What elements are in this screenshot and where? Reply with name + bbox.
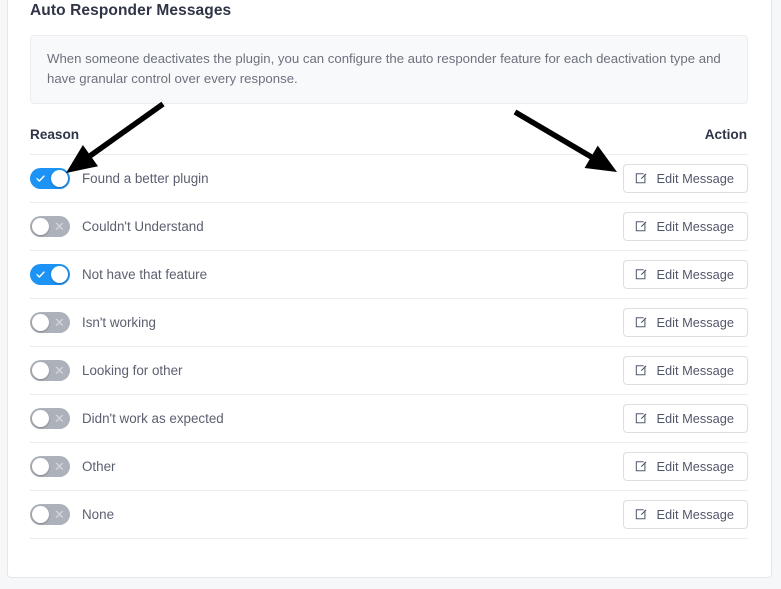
edit-square-pencil-icon [635, 268, 648, 281]
card-content: Auto Responder Messages When someone dea… [30, 1, 748, 539]
info-notice: When someone deactivates the plugin, you… [30, 35, 748, 104]
toggle-knob [32, 314, 49, 331]
toggle-knob [32, 506, 49, 523]
row-action-cell: Edit Message [623, 452, 748, 481]
edit-message-button[interactable]: Edit Message [623, 452, 748, 481]
reason-label: Isn't working [82, 314, 157, 330]
table-row: ✕ Couldn't Understand Edit Message [30, 203, 748, 251]
edit-message-button-label: Edit Message [656, 171, 734, 186]
row-reason-cell: ✕ Didn't work as expected [30, 408, 224, 429]
edit-message-button[interactable]: Edit Message [623, 260, 748, 289]
reason-toggle-off[interactable]: ✕ [30, 456, 70, 477]
reason-label: Looking for other [82, 362, 183, 378]
reason-label: None [82, 506, 115, 522]
reason-label: Not have that feature [82, 266, 208, 282]
edit-message-button-label: Edit Message [656, 267, 734, 282]
reason-toggle-off[interactable]: ✕ [30, 216, 70, 237]
row-reason-cell: Found a better plugin [30, 168, 209, 189]
edit-message-button-label: Edit Message [656, 507, 734, 522]
check-icon [30, 168, 51, 189]
row-reason-cell: ✕ Couldn't Understand [30, 216, 204, 237]
toggle-knob [51, 170, 68, 187]
row-action-cell: Edit Message [623, 356, 748, 385]
table-header-row: Reason Action [30, 126, 748, 155]
table-row: ✕ Other Edit Message [30, 443, 748, 491]
column-header-action: Action [704, 127, 747, 142]
reason-toggle-off[interactable]: ✕ [30, 408, 70, 429]
table-row: Not have that feature Edit Message [30, 251, 748, 299]
toggle-knob [51, 266, 68, 283]
reason-toggle-on[interactable] [30, 264, 70, 285]
row-action-cell: Edit Message [623, 164, 748, 193]
edit-message-button-label: Edit Message [656, 363, 734, 378]
row-action-cell: Edit Message [623, 404, 748, 433]
cross-icon: ✕ [54, 459, 65, 474]
edit-message-button[interactable]: Edit Message [623, 404, 748, 433]
reason-toggle-off[interactable]: ✕ [30, 360, 70, 381]
row-reason-cell: ✕ Isn't working [30, 312, 156, 333]
cross-icon: ✕ [54, 219, 65, 234]
row-reason-cell: ✕ None [30, 504, 114, 525]
row-reason-cell: ✕ Other [30, 456, 116, 477]
reason-toggle-on[interactable] [30, 168, 70, 189]
edit-message-button-label: Edit Message [656, 219, 734, 234]
table-row: ✕ Isn't working Edit Message [30, 299, 748, 347]
reason-toggle-off[interactable]: ✕ [30, 312, 70, 333]
edit-square-pencil-icon [635, 364, 648, 377]
row-reason-cell: ✕ Looking for other [30, 360, 183, 381]
cross-icon: ✕ [54, 507, 65, 522]
edit-message-button[interactable]: Edit Message [623, 356, 748, 385]
edit-square-pencil-icon [635, 172, 648, 185]
edit-square-pencil-icon [635, 316, 648, 329]
row-action-cell: Edit Message [623, 212, 748, 241]
edit-message-button[interactable]: Edit Message [623, 164, 748, 193]
edit-message-button[interactable]: Edit Message [623, 500, 748, 529]
cross-icon: ✕ [54, 315, 65, 330]
edit-message-button-label: Edit Message [656, 459, 734, 474]
reason-list: Found a better plugin Edit Message ✕ Couldn… [30, 155, 748, 539]
cross-icon: ✕ [54, 363, 65, 378]
reason-label: Other [82, 458, 116, 474]
row-action-cell: Edit Message [623, 308, 748, 337]
edit-message-button[interactable]: Edit Message [623, 212, 748, 241]
edit-square-pencil-icon [635, 460, 648, 473]
toggle-knob [32, 458, 49, 475]
cross-icon: ✕ [54, 411, 65, 426]
auto-responder-card: Auto Responder Messages When someone dea… [7, 0, 772, 578]
row-action-cell: Edit Message [623, 260, 748, 289]
row-action-cell: Edit Message [623, 500, 748, 529]
reason-label: Found a better plugin [82, 170, 209, 186]
check-icon [30, 264, 51, 285]
edit-square-pencil-icon [635, 220, 648, 233]
reason-label: Couldn't Understand [82, 218, 204, 234]
toggle-knob [32, 218, 49, 235]
screen: Auto Responder Messages When someone dea… [0, 0, 781, 589]
reason-label: Didn't work as expected [82, 410, 224, 426]
edit-message-button-label: Edit Message [656, 315, 734, 330]
table-row: ✕ Looking for other Edit Message [30, 347, 748, 395]
edit-message-button[interactable]: Edit Message [623, 308, 748, 337]
column-header-reason: Reason [30, 127, 80, 142]
info-notice-text: When someone deactivates the plugin, you… [47, 51, 721, 86]
table-row: ✕ None Edit Message [30, 491, 748, 539]
page-title: Auto Responder Messages [30, 2, 232, 19]
row-reason-cell: Not have that feature [30, 264, 207, 285]
edit-square-pencil-icon [635, 412, 648, 425]
toggle-knob [32, 410, 49, 427]
edit-message-button-label: Edit Message [656, 411, 734, 426]
edit-square-pencil-icon [635, 508, 648, 521]
toggle-knob [32, 362, 49, 379]
table-row: ✕ Didn't work as expected Edit Message [30, 395, 748, 443]
table-row: Found a better plugin Edit Message [30, 155, 748, 203]
reason-toggle-off[interactable]: ✕ [30, 504, 70, 525]
